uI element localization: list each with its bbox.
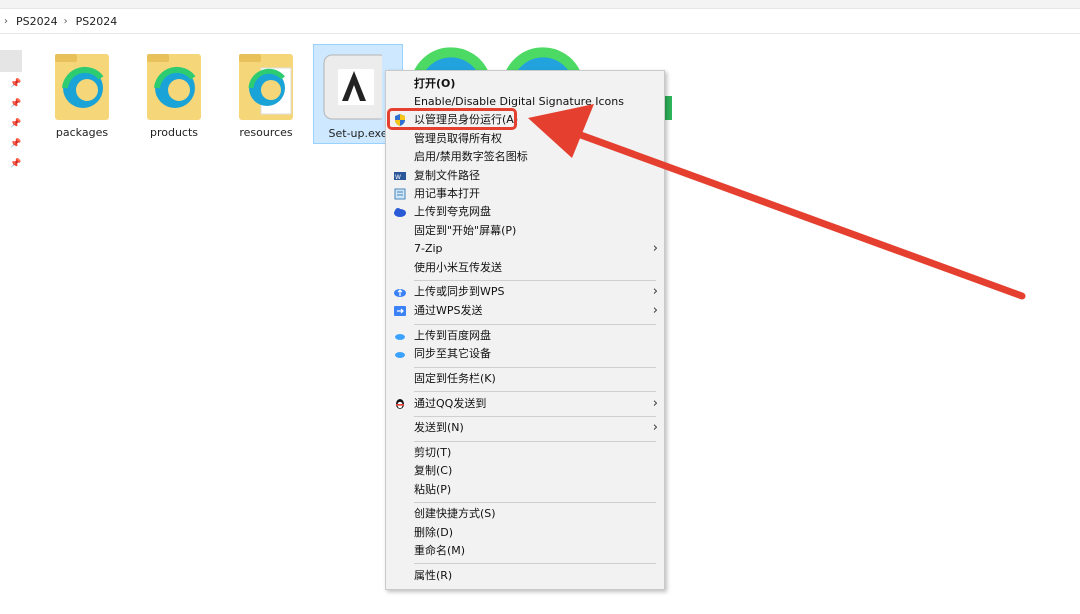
annotation-arrow-icon: [528, 104, 1026, 300]
